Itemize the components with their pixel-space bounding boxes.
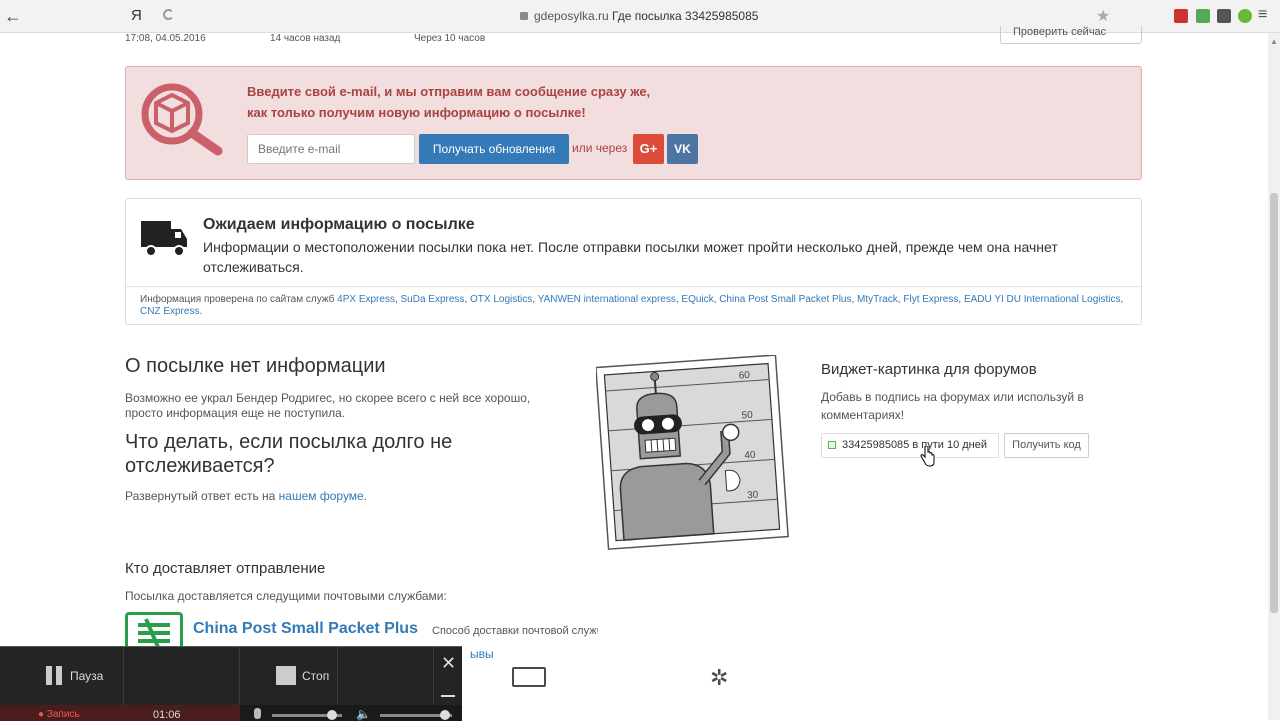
service-link[interactable]: YANWEN international express	[538, 294, 676, 305]
microphone-icon	[254, 708, 261, 719]
service-link[interactable]: Flyt Express	[903, 294, 958, 305]
vk-button[interactable]: VK	[667, 134, 698, 164]
checkmark-icon	[828, 441, 836, 449]
bender-mugshot-image: 60 50 40 30	[596, 355, 789, 550]
carrier-reviews-link[interactable]: ывы	[470, 647, 494, 661]
check-now-button[interactable]: Проверить сейчас	[1000, 26, 1142, 44]
minimize-icon[interactable]	[441, 695, 455, 697]
scroll-up-icon[interactable]: ▲	[1270, 37, 1278, 46]
pause-icon	[46, 666, 62, 685]
checked-services: Информация проверена по сайтам служб 4PX…	[140, 294, 1124, 317]
screen-capture-icon	[512, 667, 546, 687]
service-link[interactable]: China Post Small Packet Plus	[719, 294, 851, 305]
scroll-thumb[interactable]	[1270, 193, 1278, 613]
pause-button[interactable]: Пауза	[8, 647, 124, 705]
email-input[interactable]	[247, 134, 415, 164]
extension-icon[interactable]	[1217, 9, 1231, 23]
service-link[interactable]: SuDa Express	[401, 294, 465, 305]
height-mark: 30	[747, 490, 759, 502]
back-arrow-icon[interactable]: ←	[4, 6, 22, 27]
package-search-logo-icon	[141, 83, 223, 156]
extension-icon[interactable]	[1196, 9, 1210, 23]
screen-recorder-panel: Пауза Стоп ✲ ✕ ● Запись 01:06 🔈	[0, 646, 728, 721]
carrier-heading: Кто доставляет отправление	[125, 560, 326, 577]
service-link[interactable]: EQuick	[681, 294, 713, 305]
height-mark: 40	[744, 450, 756, 462]
subscribe-button[interactable]: Получать обновления	[419, 134, 569, 164]
divider	[126, 286, 1141, 287]
clover-extension-icon[interactable]	[1238, 9, 1252, 23]
stop-button[interactable]: Стоп	[124, 647, 329, 705]
forum-prefix: Развернутый ответ есть на	[125, 489, 276, 503]
recorder-status-bar: ● Запись 01:06 🔈	[0, 705, 462, 721]
subscribe-message: Введите свой e-mail, и мы отправим вам с…	[247, 81, 650, 123]
google-plus-button[interactable]: G+	[633, 134, 664, 164]
yandex-logo-icon[interactable]: Я	[131, 7, 142, 24]
service-link[interactable]: CNZ Express	[140, 306, 199, 317]
get-code-button[interactable]: Получить код	[1004, 433, 1089, 458]
settings-button[interactable]: ✲	[338, 647, 728, 705]
what-to-do-heading: Что делать, если посылка долго не отслеж…	[125, 431, 453, 477]
widget-preview-text: 33425985085 в пути 10 дней	[842, 439, 987, 451]
carrier-note: Способ доставки почтовой службы	[432, 625, 598, 637]
speaker-volume-knob[interactable]	[439, 710, 450, 720]
tracking-status-panel: Ожидаем информацию о посылке Информации …	[125, 198, 1142, 325]
gear-icon: ✲	[710, 665, 729, 690]
forum-answer-text: Развернутый ответ есть на нашем форуме.	[125, 489, 367, 503]
forum-suffix: .	[363, 489, 368, 503]
or-via-label: или через	[572, 141, 628, 155]
service-link[interactable]: EADU YI DU International Logistics	[964, 294, 1121, 305]
no-info-text: Возможно ее украл Бендер Родригес, но ск…	[125, 391, 531, 420]
carrier-description: Посылка доставляется следущими почтовыми…	[125, 589, 447, 603]
widget-preview-image[interactable]: 33425985085 в пути 10 дней	[821, 433, 999, 458]
tracking-datetime: 17:08, 04.05.2016	[125, 33, 206, 44]
hand-cursor-icon	[920, 446, 935, 467]
close-icon[interactable]: ✕	[441, 653, 456, 674]
speaker-icon: 🔈	[356, 707, 371, 721]
recording-indicator: ● Запись 01:06	[0, 705, 240, 721]
carrier-name-link[interactable]: China Post Small Packet Plus	[193, 620, 418, 638]
subscribe-message-line2: как только получим новую информацию о по…	[247, 105, 586, 120]
status-description: Информации о местоположении посылки пока…	[203, 239, 1058, 275]
service-link[interactable]: 4PX Express	[337, 294, 395, 305]
height-mark: 50	[741, 410, 753, 422]
browser-menu-icon[interactable]: ≡	[1258, 6, 1267, 24]
widget-heading: Виджет-картинка для форумов	[821, 361, 1037, 378]
service-link[interactable]: OTX Logistics	[470, 294, 532, 305]
pause-label: Пауза	[70, 669, 104, 683]
lock-icon	[520, 12, 528, 20]
screenshot-button[interactable]	[240, 647, 546, 705]
extension-icon[interactable]	[1174, 9, 1188, 23]
tracking-ago: 14 часов назад	[270, 33, 341, 44]
height-mark: 60	[738, 370, 750, 382]
forum-link[interactable]: нашем форуме	[279, 489, 364, 503]
services-prefix: Информация проверена по сайтам служб	[140, 294, 335, 305]
service-link[interactable]: MtyTrack	[857, 294, 898, 305]
tracking-next-check: Через 10 часов	[414, 33, 486, 44]
email-subscribe-panel: Введите свой e-mail, и мы отправим вам с…	[125, 66, 1142, 180]
page-title[interactable]: Где посылка 33425985085	[612, 9, 758, 23]
recording-time: 01:06	[153, 709, 181, 721]
no-info-heading: О посылке нет информации	[125, 355, 386, 377]
url-domain[interactable]: gdeposylka.ru	[534, 9, 609, 23]
mic-volume-knob[interactable]	[326, 710, 337, 720]
subscribe-message-line1: Введите свой e-mail, и мы отправим вам с…	[247, 84, 651, 99]
truck-icon	[141, 221, 187, 257]
widget-description: Добавь в подпись на форумах или использу…	[821, 390, 1084, 422]
reload-icon[interactable]	[163, 9, 174, 20]
recording-label: ● Запись	[38, 709, 80, 720]
page-scrollbar[interactable]: ▲	[1268, 33, 1280, 720]
status-title: Ожидаем информацию о посылке	[203, 216, 475, 233]
bookmark-star-icon[interactable]: ★	[1096, 6, 1110, 26]
